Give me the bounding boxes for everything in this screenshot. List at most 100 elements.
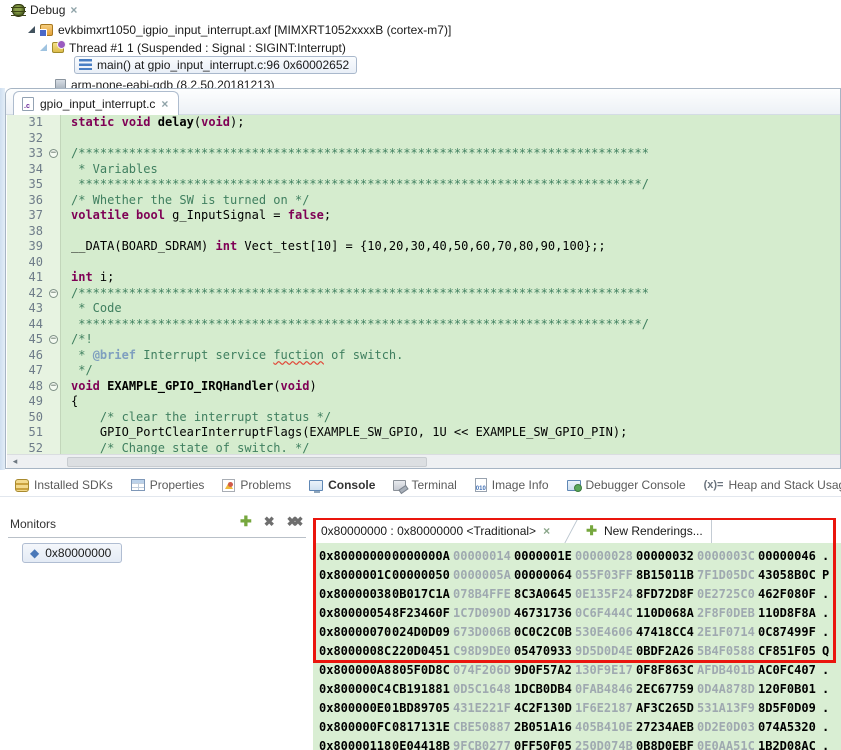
fold-collapse-icon[interactable]: − [49,381,58,391]
memory-table[interactable]: 0x80000000 0000000A 00000014 0000001E 000000… [313,547,841,750]
memory-row[interactable]: 0x800000C4 CB191881 0D5C1648 1DCB0DB4 0FAB48… [313,680,841,699]
memory-cell[interactable]: 0E135F24 [575,585,636,604]
memory-row[interactable]: 0x80000118 0E04418B 9FCB0277 0FF50F05 250D07… [313,737,841,750]
view-tab-debugger-console[interactable]: Debugger Console [560,474,693,496]
code-line[interactable]: 42− /************************************… [7,285,840,301]
memory-cell[interactable]: 4C2F130D [514,699,575,718]
memory-cell[interactable]: 8C3A0645 [514,585,575,604]
code-line[interactable]: 44 *************************************… [7,316,840,332]
monitor-item[interactable]: ◆ 0x80000000 [22,543,123,563]
memory-cell[interactable]: 130F9E17 [575,661,636,680]
memory-cell[interactable]: 250D074B [575,737,636,750]
memory-cell[interactable]: 2E1F0714 [697,623,758,642]
view-tab-image-info[interactable]: 010 Image Info [468,474,556,496]
memory-cell[interactable]: 074F206D [453,661,514,680]
memory-cell[interactable]: 074A5320 [758,718,819,737]
code-line[interactable]: 46 * @brief Interrupt service fuction of… [7,347,840,363]
memory-cell[interactable]: 8B15011B [636,566,697,585]
memory-cell[interactable]: 531A13F9 [697,699,758,718]
code-line[interactable]: 32 [7,130,840,146]
memory-cell[interactable]: 5B4F0588 [697,642,758,661]
memory-cell[interactable]: 1C7D090D [453,604,514,623]
memory-cell[interactable]: 2B051A16 [514,718,575,737]
remove-all-monitors-icon[interactable]: ✖✖ [287,514,304,530]
memory-cell[interactable]: 00000032 [636,547,697,566]
new-renderings-tab[interactable]: ✚ New Renderings... [578,518,712,543]
remove-monitor-icon[interactable]: ✖ [264,514,275,530]
close-icon[interactable]: × [543,524,550,538]
memory-cell[interactable]: 0817131E [392,718,453,737]
memory-cell[interactable]: 43058B0C [758,566,819,585]
memory-cell[interactable]: 110D068A [636,604,697,623]
memory-cell[interactable]: 805F0D8C [392,661,453,680]
memory-cell[interactable]: 673D006B [453,623,514,642]
code-line[interactable]: 38 [7,223,840,239]
memory-cell[interactable]: 0FAB4846 [575,680,636,699]
memory-cell[interactable]: 0F8F863C [636,661,697,680]
horizontal-scrollbar[interactable]: ◂ [7,454,840,468]
expander-icon[interactable] [28,26,35,33]
memory-cell[interactable]: 0000003C [697,547,758,566]
memory-cell[interactable]: 0000000A [392,547,453,566]
code-line[interactable]: 36 /* Whether the SW is turned on */ [7,192,840,208]
memory-row[interactable]: 0x80000000 0000000A 00000014 0000001E 000000… [313,547,841,566]
view-tab-terminal[interactable]: Terminal [386,474,463,496]
memory-row[interactable]: 0x80000038 0B017C1A 078B4FFE 8C3A0645 0E135F… [313,585,841,604]
code-line[interactable]: 50 /* clear the interrupt status */ [7,409,840,425]
memory-cell[interactable]: 055F03FF [575,566,636,585]
memory-cell[interactable]: C98D9DE0 [453,642,514,661]
code-line[interactable]: 37 volatile bool g_InputSignal = false; [7,208,840,224]
memory-cell[interactable]: 110D8F8A [758,604,819,623]
memory-cell[interactable]: 8F23460F [392,604,453,623]
memory-cell[interactable]: 7F1D05DC [697,566,758,585]
memory-row[interactable]: 0x800000FC 0817131E CBE50887 2B051A16 405B41… [313,718,841,737]
memory-row[interactable]: 0x80000070 024D0D09 673D006B 0C0C2C0B 530E46… [313,623,841,642]
traditional-rendering-tab[interactable]: 0x80000000 : 0x80000000 <Traditional> × [313,518,558,543]
memory-cell[interactable]: 0D2E0D03 [697,718,758,737]
memory-cell[interactable]: 0C0C2C0B [514,623,575,642]
code-line[interactable]: 43 * Code [7,301,840,317]
memory-cell[interactable]: 0000005A [453,566,514,585]
memory-cell[interactable]: 00000064 [514,566,575,585]
fold-collapse-icon[interactable]: − [49,288,58,298]
code-line[interactable]: 52 /* Change state of switch. */ [7,440,840,454]
code-line[interactable]: 49 { [7,394,840,410]
memory-cell[interactable]: 1DCB0DB4 [514,680,575,699]
view-tab-problems[interactable]: Problems [215,474,298,496]
memory-row[interactable]: 0x8000001C 00000050 0000005A 00000064 055F03… [313,566,841,585]
memory-cell[interactable]: 462F080F [758,585,819,604]
memory-row[interactable]: 0x80000054 8F23460F 1C7D090D 46731736 0C6F44… [313,604,841,623]
view-tab-installed-sdks[interactable]: Installed SDKs [8,474,120,496]
memory-cell[interactable]: 8D5F0D09 [758,699,819,718]
code-area[interactable]: 31 static void delay(void); 32 33−/********… [7,115,840,454]
debug-tree-item[interactable]: main() at gpio_input_interrupt.c:96 0x60… [74,55,358,74]
memory-cell[interactable]: AFDB401B [697,661,758,680]
memory-cell[interactable]: 0E0AA51C [697,737,758,750]
memory-cell[interactable]: 9FCB0277 [453,737,514,750]
memory-row[interactable]: 0x8000008C 220D0451 C98D9DE0 05470933 9D5D0D… [313,642,841,661]
view-tab-console[interactable]: Console [302,474,382,496]
expander-icon[interactable] [40,44,47,51]
scroll-left-icon[interactable]: ◂ [7,455,23,468]
close-icon[interactable]: × [70,3,77,17]
memory-cell[interactable]: 0E04418B [392,737,453,750]
close-icon[interactable]: × [161,97,168,111]
memory-cell[interactable]: 431E221F [453,699,514,718]
code-line[interactable]: 31 static void delay(void); [7,115,840,131]
memory-cell[interactable]: 0E2725C0 [697,585,758,604]
memory-cell[interactable]: 00000050 [392,566,453,585]
code-line[interactable]: 48− void EXAMPLE_GPIO_IRQHandler(void) [7,378,840,394]
memory-cell[interactable]: CB191881 [392,680,453,699]
memory-cell[interactable]: 00000046 [758,547,819,566]
code-line[interactable]: 45− /*! [7,332,840,348]
memory-cell[interactable]: 1B2D08AC [758,737,819,750]
memory-cell[interactable]: CBE50887 [453,718,514,737]
memory-cell[interactable]: 00000014 [453,547,514,566]
memory-cell[interactable]: 05470933 [514,642,575,661]
code-line[interactable]: 51 GPIO_PortClearInterruptFlags(EXAMPLE_… [7,425,840,441]
memory-cell[interactable]: 1BD89705 [392,699,453,718]
debug-tree-item[interactable]: arm-none-eabi-gdb (8.2.50.20181213) [55,76,274,88]
memory-cell[interactable]: 0000001E [514,547,575,566]
memory-cell[interactable]: 00000028 [575,547,636,566]
memory-cell[interactable]: 405B410E [575,718,636,737]
